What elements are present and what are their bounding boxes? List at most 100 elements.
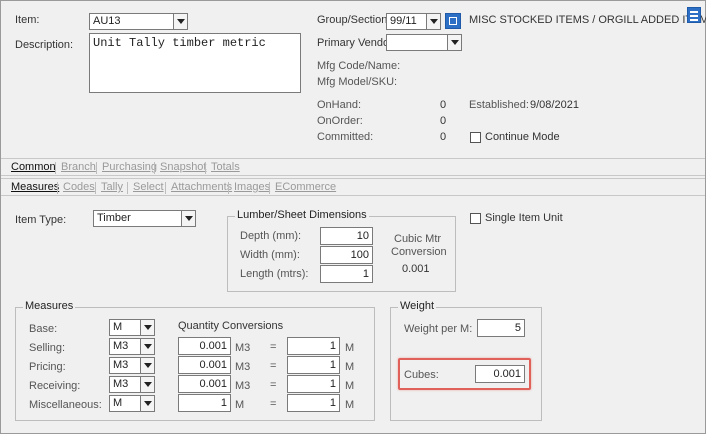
pricing-label: Pricing:	[29, 361, 66, 373]
selling-unit-combo[interactable]: M3	[109, 338, 155, 355]
single-item-unit-checkbox[interactable]	[470, 213, 481, 224]
sub-tabs: Measures Codes Tally Select Attachments …	[1, 178, 705, 196]
receiving-equals: =	[270, 379, 277, 391]
group-description: MISC STOCKED ITEMS / ORGILL ADDED ITEMS	[469, 14, 706, 26]
chevron-down-icon[interactable]	[140, 396, 154, 411]
item-combo[interactable]: AU13	[89, 13, 188, 30]
selling-qty-input[interactable]: 0.001	[178, 337, 231, 355]
item-type-value: Timber	[97, 212, 131, 224]
length-label: Length (mtrs):	[240, 268, 309, 280]
pricing-equals: =	[270, 360, 277, 372]
base-unit-value: M	[113, 321, 123, 333]
tab-images[interactable]: Images	[234, 181, 270, 193]
group-label: Group/Section:	[317, 14, 391, 26]
selling-conv-input[interactable]: 1	[287, 337, 340, 355]
miscellaneous-conv-input[interactable]: 1	[287, 394, 340, 412]
onorder-label: OnOrder:	[317, 115, 363, 127]
pricing-conv-input[interactable]: 1	[287, 356, 340, 374]
cubes-input[interactable]: 0.001	[475, 365, 525, 383]
weight-per-input[interactable]: 5	[477, 319, 525, 337]
menu-icon[interactable]	[687, 7, 701, 23]
chevron-down-icon[interactable]	[426, 14, 440, 29]
width-label: Width (mm):	[240, 249, 300, 261]
vendor-combo[interactable]	[386, 34, 462, 51]
miscellaneous-conv-unit: M	[345, 399, 355, 411]
tab-branch[interactable]: Branch	[61, 161, 96, 173]
selling-label: Selling:	[29, 342, 66, 354]
established-value: 9/08/2021	[530, 99, 579, 111]
tab-ecommerce[interactable]: ECommerce	[275, 181, 336, 193]
selling-qty-unit: M3	[235, 342, 251, 354]
tab-select[interactable]: Select	[133, 181, 164, 193]
mfg-code-label: Mfg Code/Name:	[317, 60, 401, 72]
selling-unit-value: M3	[113, 340, 129, 352]
chevron-down-icon[interactable]	[140, 339, 154, 354]
miscellaneous-qty-input[interactable]: 1	[178, 394, 231, 412]
miscellaneous-unit-combo[interactable]: M	[109, 395, 155, 412]
main-tabs: Common Branch Purchasing Snapshot Totals	[1, 158, 705, 176]
chevron-down-icon[interactable]	[173, 14, 187, 29]
pricing-qty-input[interactable]: 0.001	[178, 356, 231, 374]
miscellaneous-label: Miscellaneous:	[29, 399, 102, 411]
onhand-label: OnHand:	[317, 99, 362, 111]
tab-attachments[interactable]: Attachments	[171, 181, 232, 193]
tab-totals[interactable]: Totals	[211, 161, 240, 173]
onhand-value: 0	[440, 99, 447, 111]
base-unit-combo[interactable]: M	[109, 319, 155, 336]
measures-title: Measures	[23, 300, 76, 312]
receiving-unit-combo[interactable]: M3	[109, 376, 155, 393]
receiving-conv-unit: M	[345, 380, 355, 392]
window: Item: AU13 Description: Unit Tally timbe…	[0, 0, 706, 434]
weight-title: Weight	[398, 300, 437, 312]
item-type-combo[interactable]: Timber	[93, 210, 196, 227]
selling-conv-unit: M	[345, 342, 355, 354]
vendor-label: Primary Vendor:	[317, 37, 396, 49]
mfg-model-label: Mfg Model/SKU:	[317, 76, 398, 88]
cubes-label: Cubes:	[404, 369, 439, 381]
conversion-label-2: Conversion	[391, 246, 447, 258]
tab-common[interactable]: Common	[11, 161, 56, 173]
depth-input[interactable]: 10	[320, 227, 373, 245]
tab-codes[interactable]: Codes	[63, 181, 95, 193]
tab-snapshot[interactable]: Snapshot	[160, 161, 206, 173]
miscellaneous-qty-unit: M	[235, 399, 245, 411]
continue-mode-checkbox[interactable]	[470, 132, 481, 143]
receiving-unit-value: M3	[113, 378, 129, 390]
receiving-qty-unit: M3	[235, 380, 251, 392]
pricing-unit-combo[interactable]: M3	[109, 357, 155, 374]
length-input[interactable]: 1	[320, 265, 373, 283]
committed-value: 0	[440, 131, 447, 143]
lookup-icon[interactable]	[445, 13, 461, 29]
item-value: AU13	[93, 15, 121, 27]
pricing-unit-value: M3	[113, 359, 129, 371]
tab-purchasing[interactable]: Purchasing	[102, 161, 157, 173]
description-field[interactable]: Unit Tally timber metric	[89, 33, 301, 93]
pricing-conv-unit: M	[345, 361, 355, 373]
receiving-label: Receiving:	[29, 380, 81, 392]
onorder-value: 0	[440, 115, 447, 127]
lumber-dimensions-title: Lumber/Sheet Dimensions	[235, 209, 369, 221]
miscellaneous-unit-value: M	[113, 397, 123, 409]
tab-measures[interactable]: Measures	[11, 181, 59, 193]
miscellaneous-equals: =	[270, 398, 277, 410]
chevron-down-icon[interactable]	[140, 358, 154, 373]
item-label: Item:	[15, 14, 40, 26]
chevron-down-icon[interactable]	[181, 211, 195, 226]
depth-label: Depth (mm):	[240, 230, 302, 242]
continue-mode-label: Continue Mode	[485, 131, 560, 143]
chevron-down-icon[interactable]	[447, 35, 461, 50]
single-item-unit-label: Single Item Unit	[485, 212, 563, 224]
weight-per-label: Weight per M:	[404, 323, 473, 335]
chevron-down-icon[interactable]	[140, 377, 154, 392]
tab-tally[interactable]: Tally	[101, 181, 123, 193]
chevron-down-icon[interactable]	[140, 320, 154, 335]
pricing-qty-unit: M3	[235, 361, 251, 373]
committed-label: Committed:	[317, 131, 374, 143]
receiving-conv-input[interactable]: 1	[287, 375, 340, 393]
established-label: Established:	[469, 99, 529, 111]
conversion-value: 0.001	[402, 263, 430, 275]
group-combo[interactable]: 99/11	[386, 13, 441, 30]
selling-equals: =	[270, 341, 277, 353]
receiving-qty-input[interactable]: 0.001	[178, 375, 231, 393]
width-input[interactable]: 100	[320, 246, 373, 264]
